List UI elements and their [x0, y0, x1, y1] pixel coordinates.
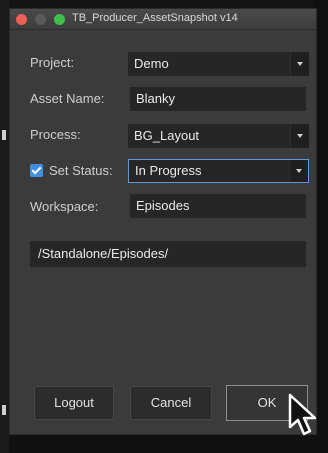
close-icon[interactable]: [16, 14, 27, 25]
project-select[interactable]: Demo: [128, 52, 309, 76]
process-value: BG_Layout: [134, 128, 200, 143]
process-label: Process:: [30, 127, 81, 142]
project-label: Project:: [30, 55, 75, 70]
asset-name-label: Asset Name:: [30, 91, 105, 106]
background-strip: [9, 435, 314, 453]
path-value: /Standalone/Episodes/: [38, 246, 169, 261]
title-bar[interactable]: TB_Producer_AssetSnapshot v14: [10, 9, 316, 30]
project-value: Demo: [134, 56, 169, 71]
asset-name-field[interactable]: Blanky: [130, 87, 306, 111]
set-status-label: Set Status:: [49, 163, 113, 178]
chevron-down-icon[interactable]: [290, 52, 309, 76]
cancel-button[interactable]: Cancel: [130, 386, 212, 420]
edge-mark: [2, 405, 6, 415]
edge-mark: [2, 130, 6, 140]
window-title: TB_Producer_AssetSnapshot v14: [72, 12, 238, 24]
logout-button[interactable]: Logout: [34, 386, 114, 420]
maximize-icon[interactable]: [54, 14, 65, 25]
asset-name-value: Blanky: [136, 91, 176, 106]
status-select[interactable]: In Progress: [128, 159, 309, 183]
chevron-down-icon[interactable]: [289, 160, 308, 182]
workspace-label: Workspace:: [30, 199, 99, 214]
mouse-pointer-icon: [288, 393, 317, 436]
chevron-down-icon[interactable]: [290, 124, 309, 148]
asset-snapshot-dialog: TB_Producer_AssetSnapshot v14 Project: D…: [9, 8, 317, 435]
process-select[interactable]: BG_Layout: [128, 124, 309, 148]
set-status-checkbox[interactable]: [30, 164, 43, 177]
path-field[interactable]: /Standalone/Episodes/: [30, 241, 306, 267]
background-edge-left: [0, 0, 9, 453]
status-value: In Progress: [135, 163, 202, 178]
minimize-icon[interactable]: [35, 14, 46, 25]
workspace-field[interactable]: Episodes: [130, 194, 306, 218]
workspace-value: Episodes: [136, 198, 190, 213]
